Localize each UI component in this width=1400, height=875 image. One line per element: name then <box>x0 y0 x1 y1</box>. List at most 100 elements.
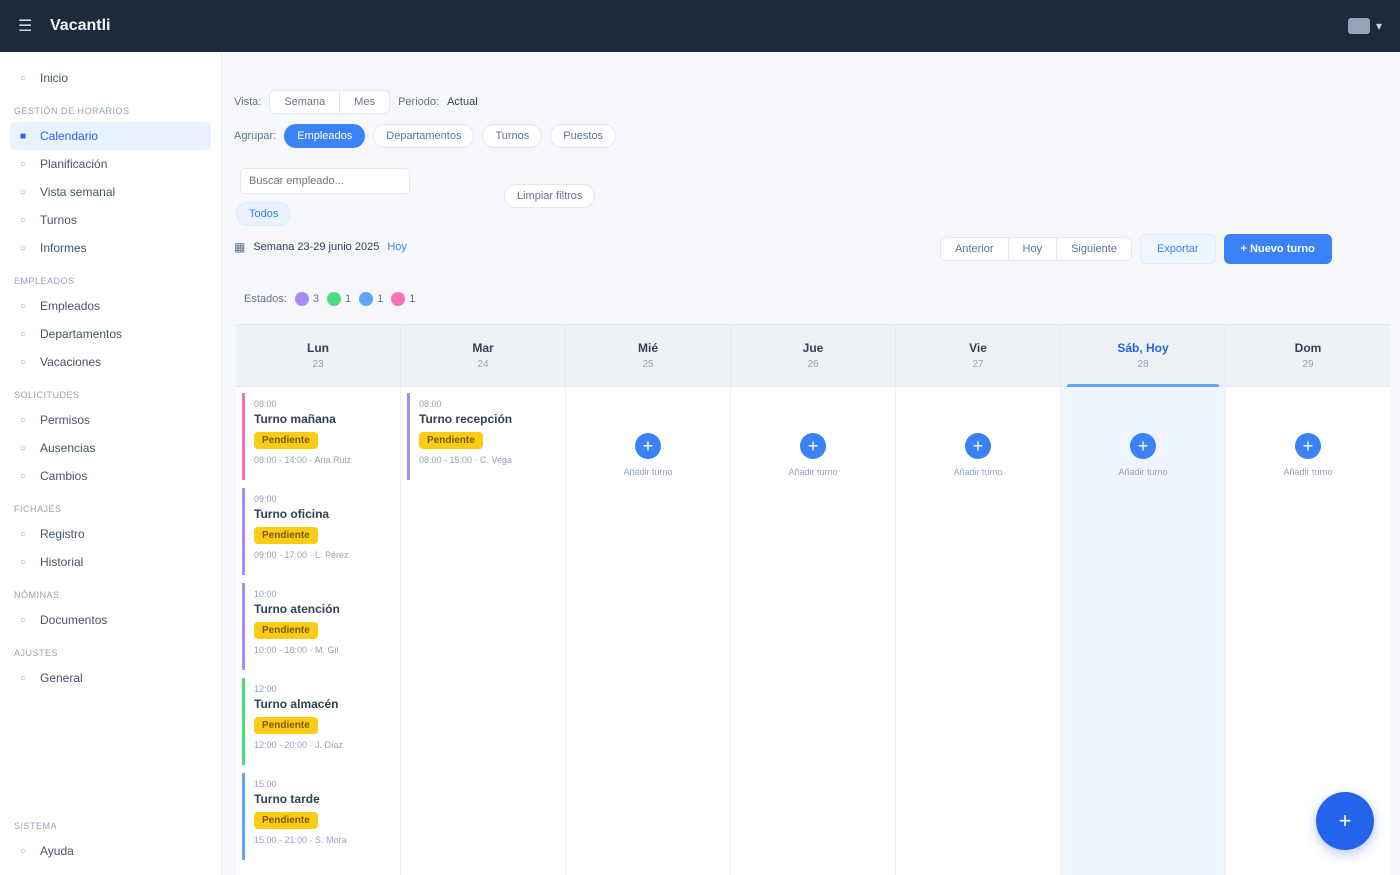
add-shift-slot[interactable]: + Añadir turno <box>737 433 889 477</box>
sidebar-item[interactable]: ○ Planificación <box>10 150 211 178</box>
sidebar-item[interactable]: ○ Documentos <box>10 606 211 634</box>
add-shift-slot[interactable]: + Añadir turno <box>572 433 724 477</box>
group-label: Agrupar: <box>234 130 277 142</box>
calendar-day-header[interactable]: Mar 24 <box>401 325 566 386</box>
calendar-day-column: 08:00 Turno mañana Pendiente 08:00 - 14:00 … <box>236 387 401 875</box>
shift-event[interactable]: 10:00 Turno atención Pendiente 10:00 - 18:0… <box>242 583 394 670</box>
sidebar-item[interactable]: ○ Departamentos <box>10 320 211 348</box>
sidebar-item-label: Permisos <box>40 413 91 427</box>
legend-item: 1 <box>391 292 415 306</box>
add-shift-slot[interactable]: + Añadir turno <box>1232 433 1384 477</box>
today-link[interactable]: Hoy <box>387 241 407 253</box>
group-chip-employees[interactable]: Empleados <box>284 124 366 148</box>
nav-item-icon: ○ <box>20 356 27 368</box>
view-option-week[interactable]: Semana <box>270 91 341 113</box>
sidebar-bottom: SISTEMA ○ Ayuda <box>0 807 221 865</box>
sidebar-item-help[interactable]: ○ Ayuda <box>10 837 212 865</box>
sidebar-item[interactable]: ○ Cambios <box>10 462 211 490</box>
event-time: 09:00 <box>254 494 277 504</box>
floating-add-button[interactable]: + <box>1316 792 1374 850</box>
add-shift-slot[interactable]: + Añadir turno <box>902 433 1054 477</box>
sidebar-item-label: Ayuda <box>40 844 74 858</box>
sidebar-item[interactable]: ○ Permisos <box>10 406 211 434</box>
sidebar-item[interactable]: ○ Empleados <box>10 292 211 320</box>
sidebar-section-title: SISTEMA <box>14 821 58 831</box>
view-switch[interactable]: Semana Mes <box>269 90 391 114</box>
shift-event[interactable]: 09:00 Turno oficina Pendiente 09:00 - 17:00… <box>242 488 394 575</box>
user-menu[interactable]: ▾ <box>1347 18 1382 34</box>
plus-icon[interactable]: + <box>800 433 826 459</box>
menu-icon[interactable]: ☰ <box>18 16 38 36</box>
search-input[interactable] <box>240 168 410 194</box>
shift-event[interactable]: 08:00 Turno recepción Pendiente 08:00 - 15:… <box>407 393 559 480</box>
legend-item: 3 <box>294 292 319 306</box>
calendar-day-header[interactable]: Vie 27 <box>896 325 1061 386</box>
group-chip-positions[interactable]: Puestos <box>550 124 617 148</box>
clear-filters-button[interactable]: Limpiar filtros <box>504 184 596 208</box>
active-filter-chip[interactable]: Todos <box>236 202 292 226</box>
calendar-day-header[interactable]: Lun 23 <box>236 325 401 386</box>
plus-icon[interactable]: + <box>635 433 661 459</box>
group-chip-departments[interactable]: Departamentos <box>373 124 475 148</box>
current-week-button[interactable]: Hoy <box>1009 238 1058 260</box>
calendar-day-header[interactable]: Sáb, Hoy 28 <box>1061 325 1226 388</box>
sidebar-item-label: General <box>40 671 83 685</box>
add-shift-label: Añadir turno <box>1118 467 1168 477</box>
event-status-badge: Pendiente <box>254 527 318 544</box>
event-status-badge: Pendiente <box>254 622 318 639</box>
top-bar: ☰ Vacantli ▾ <box>0 0 1400 52</box>
plus-icon[interactable]: + <box>1295 433 1321 459</box>
add-shift-slot[interactable]: + Añadir turno <box>1067 433 1219 477</box>
day-name: Jue <box>802 341 824 355</box>
sidebar-item[interactable]: ○ Inicio <box>10 64 211 92</box>
sidebar-item-label: Departamentos <box>40 327 123 341</box>
calendar-day-header[interactable]: Dom 29 <box>1226 325 1390 386</box>
sidebar-section-title: NÓMINAS <box>14 590 60 600</box>
day-name: Lun <box>307 341 329 355</box>
help-icon: ○ <box>20 845 27 857</box>
group-chip-shifts[interactable]: Turnos <box>482 124 543 148</box>
calendar-day-column: + Añadir turno <box>566 387 731 875</box>
event-meta: 08:00 - 14:00 · Ana Ruiz <box>254 455 352 465</box>
event-meta: 15:00 - 21:00 · S. Mora <box>254 835 347 845</box>
calendar-day-column: + Añadir turno <box>1061 387 1226 875</box>
view-option-month[interactable]: Mes <box>340 91 389 113</box>
sidebar: ○ Inicio GESTIÓN DE HORARIOS ■ Calendario ○ Pl… <box>0 52 222 875</box>
sidebar-item-label: Registro <box>40 527 85 541</box>
sidebar-item[interactable]: ■ Calendario <box>10 122 211 150</box>
shift-event[interactable]: 12:00 Turno almacén Pendiente 12:00 - 20:00… <box>242 678 394 765</box>
event-status-badge: Pendiente <box>419 432 483 449</box>
event-time: 10:00 <box>254 589 277 599</box>
sidebar-item[interactable]: ○ Vista semanal <box>10 178 211 206</box>
sidebar-item[interactable]: ○ Ausencias <box>10 434 211 462</box>
calendar-day-column: + Añadir turno <box>896 387 1061 875</box>
nav-item-icon: ○ <box>20 470 27 482</box>
app-brand[interactable]: Vacantli <box>50 17 110 35</box>
sidebar-item[interactable]: ○ Historial <box>10 548 211 576</box>
new-shift-button[interactable]: + Nuevo turno <box>1223 234 1332 264</box>
prev-week-button[interactable]: Anterior <box>941 238 1009 260</box>
event-time: 15:00 <box>254 779 277 789</box>
calendar-day-header[interactable]: Jue 26 <box>731 325 896 386</box>
sidebar-item[interactable]: ○ Informes <box>10 234 211 262</box>
plus-icon[interactable]: + <box>965 433 991 459</box>
sidebar-item[interactable]: ○ Registro <box>10 520 211 548</box>
shift-event[interactable]: 08:00 Turno mañana Pendiente 08:00 - 14:00 … <box>242 393 394 480</box>
period-value[interactable]: Actual <box>447 96 478 108</box>
plus-icon[interactable]: + <box>1130 433 1156 459</box>
day-date: 28 <box>1137 359 1149 370</box>
view-filter-row: Vista: Semana Mes Periodo: Actual <box>234 90 478 114</box>
sidebar-item-label: Turnos <box>40 213 77 227</box>
event-title: Turno oficina <box>254 507 330 521</box>
week-navigation[interactable]: Anterior Hoy Siguiente <box>940 237 1132 261</box>
avatar[interactable] <box>1347 18 1370 34</box>
calendar-day-header[interactable]: Mié 25 <box>566 325 731 386</box>
export-button[interactable]: Exportar <box>1139 234 1216 264</box>
sidebar-item[interactable]: ○ Turnos <box>10 206 211 234</box>
next-week-button[interactable]: Siguiente <box>1057 238 1131 260</box>
event-time: 12:00 <box>254 684 277 694</box>
sidebar-item[interactable]: ○ Vacaciones <box>10 348 211 376</box>
sidebar-item[interactable]: ○ General <box>10 664 211 692</box>
calendar-day-column: 08:00 Turno recepción Pendiente 08:00 - 15:… <box>401 387 566 875</box>
shift-event[interactable]: 15:00 Turno tarde Pendiente 15:00 - 21:00 ·… <box>242 773 394 860</box>
